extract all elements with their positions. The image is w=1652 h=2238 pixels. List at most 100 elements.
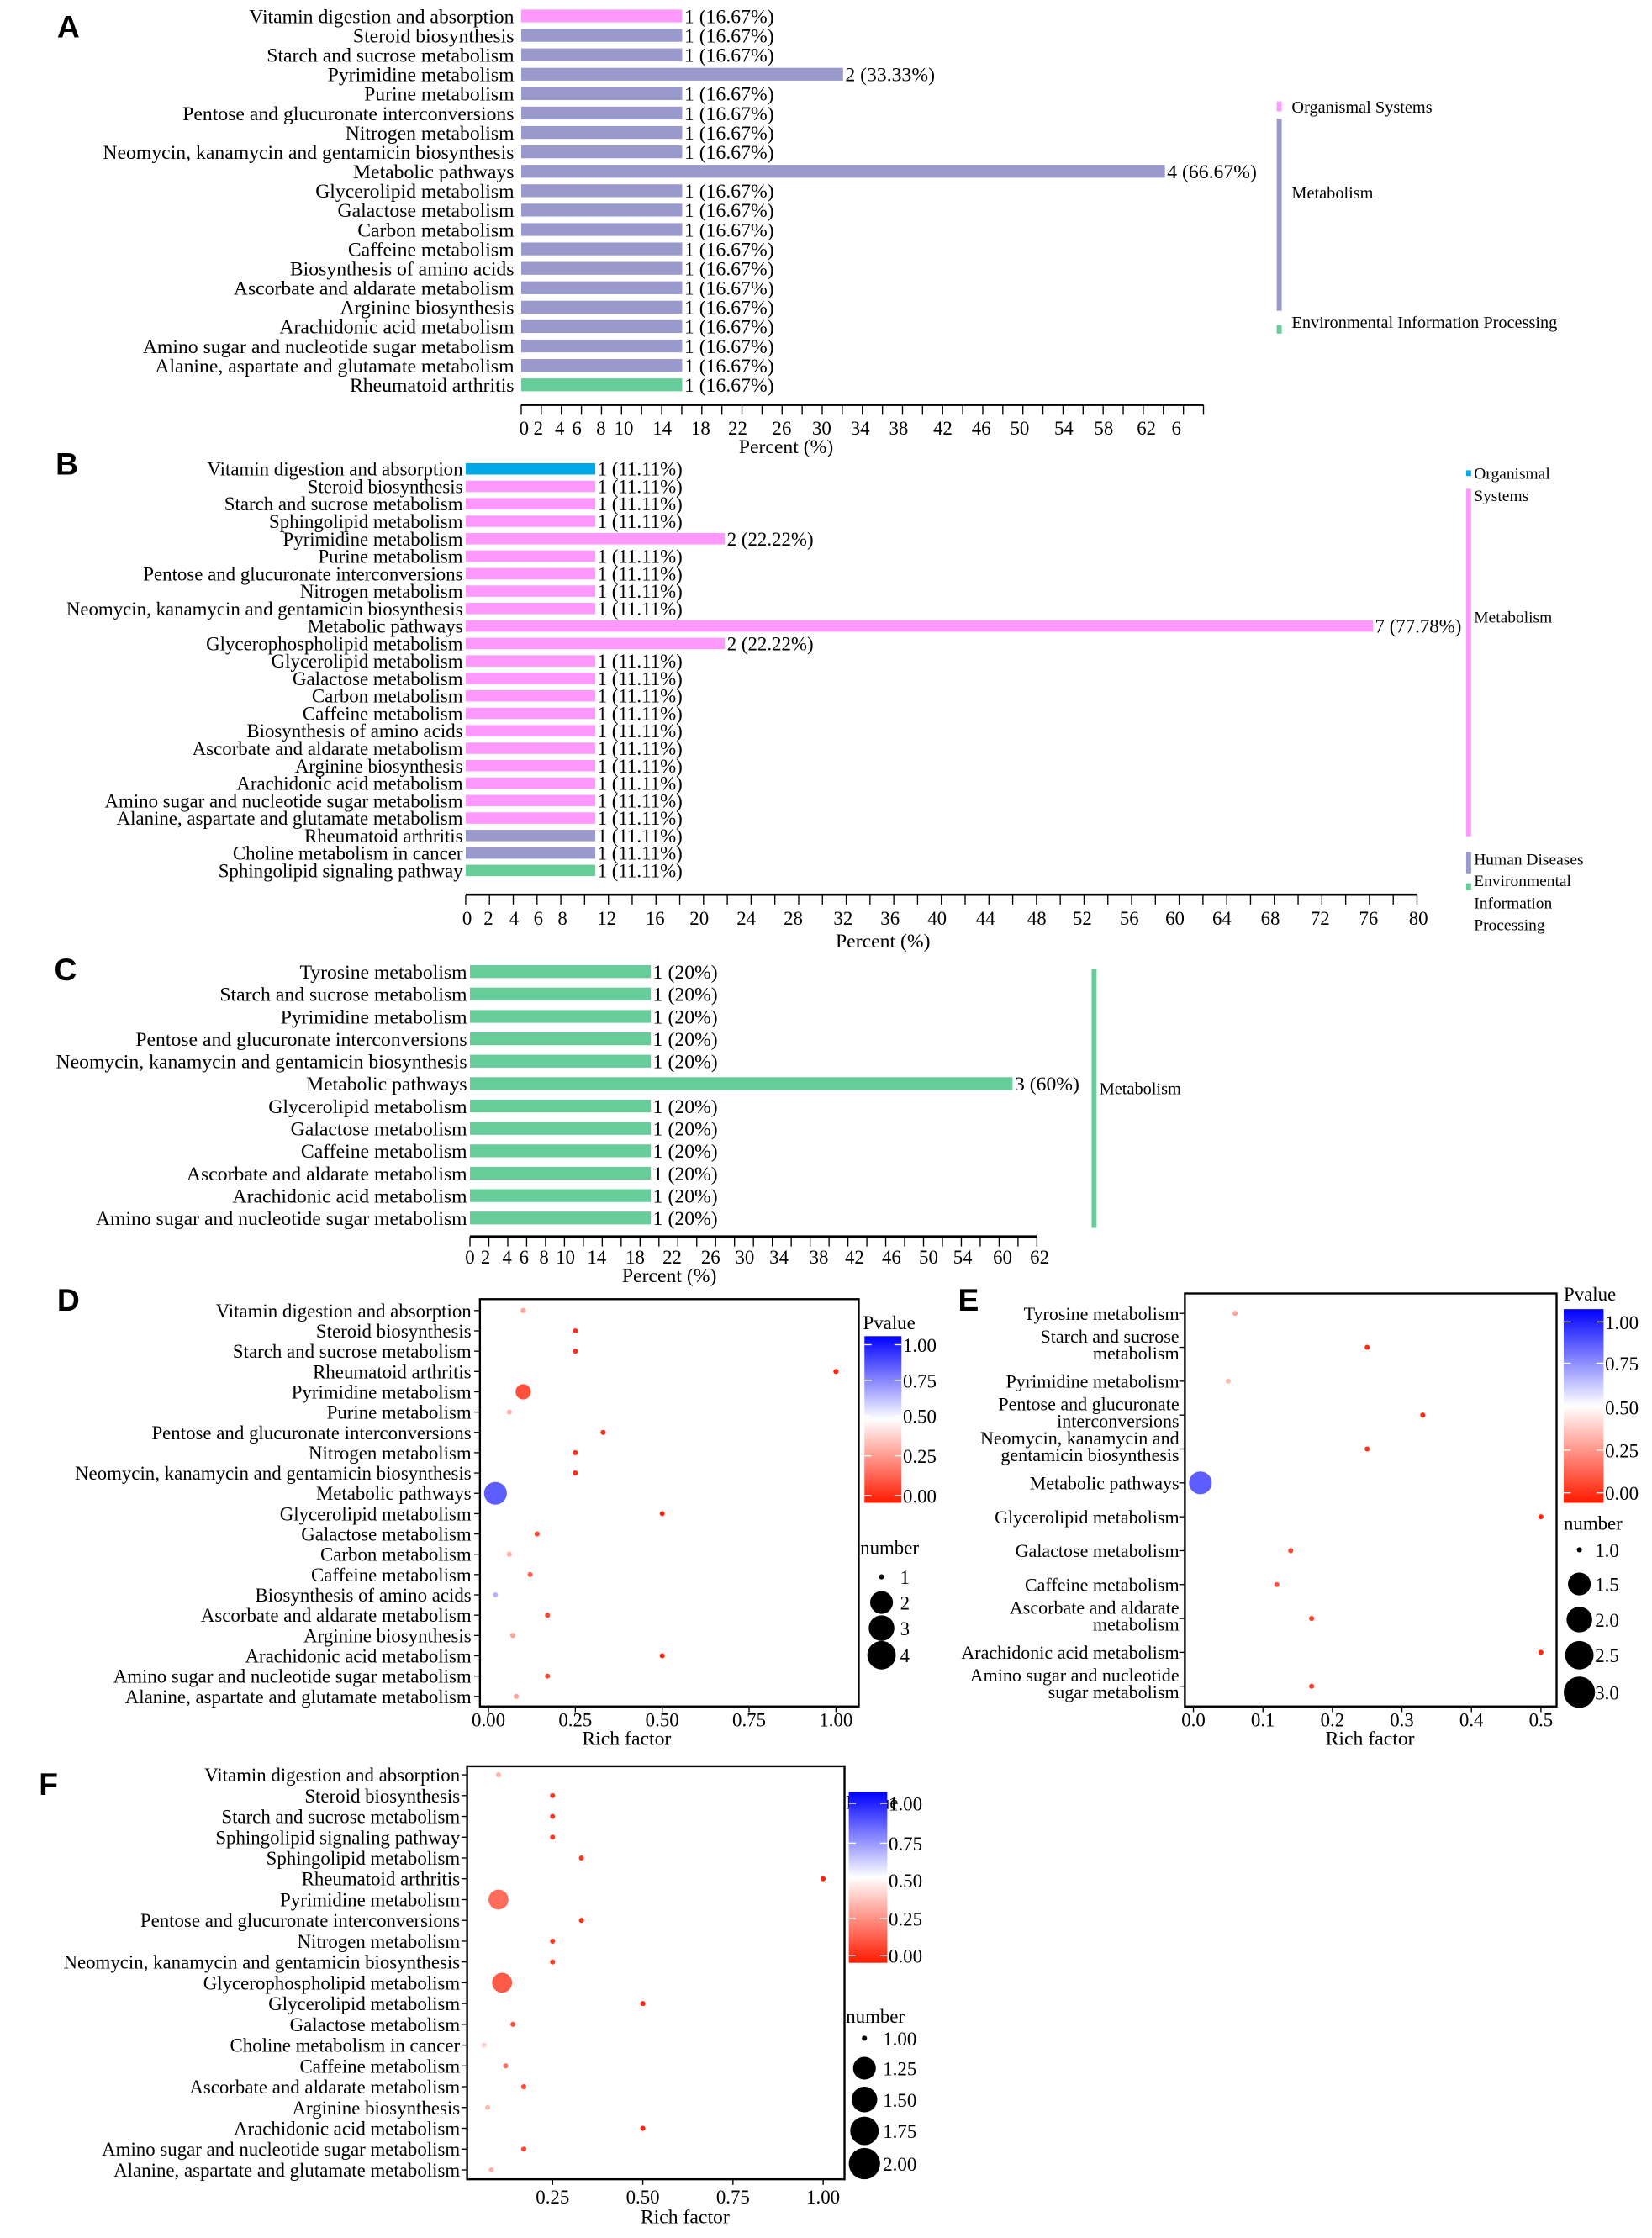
bar [465, 462, 596, 475]
bubble-point [821, 1876, 826, 1882]
pathway-label: Steroid biosynthesis [316, 1321, 472, 1342]
pathway-label: Pyrimidine metabolism [280, 1889, 460, 1910]
bar [520, 203, 683, 217]
x-tick-label: 0 [465, 1247, 474, 1268]
size-legend-label: 1.50 [883, 2090, 916, 2111]
category-label: Starch and sucrose metabolism [219, 984, 467, 1006]
bar-chart-b: Vitamin digestion and absorption 1 (11.11… [66, 459, 1584, 953]
bubble-point [640, 2125, 646, 2131]
category-label: Ascorbate and aldarate metabolism [187, 1164, 467, 1185]
x-tick-label: 60 [993, 1247, 1012, 1268]
size-legend-label: 3.0 [1595, 1682, 1619, 1703]
pathway-label: Nitrogen metabolism [298, 1931, 461, 1952]
category-label: Sphingolipid signaling pathway [219, 860, 463, 881]
bubble-point [520, 2146, 527, 2152]
bar [465, 620, 1374, 632]
x-tick-label: 0.25 [536, 2187, 569, 2208]
pvalue-colorbar [864, 1336, 902, 1503]
bar-value-label: 1 (11.11%) [598, 511, 683, 532]
x-tick-label: 6 [534, 908, 543, 929]
category-label: Amino sugar and nucleotide sugar metabol… [96, 1208, 467, 1230]
bar [470, 965, 652, 979]
category-group-label: Metabolism [1100, 1079, 1181, 1098]
category-label: Pentose and glucuronate interconversions [135, 1029, 467, 1051]
pathway-label: Galactose metabolism [301, 1524, 472, 1545]
category-group-label: Metabolism [1474, 610, 1552, 627]
pathway-label: Purine metabolism [327, 1402, 472, 1423]
category-bracket [1091, 969, 1097, 1228]
x-tick-label: 14 [587, 1247, 606, 1268]
size-legend-label: 1.00 [883, 2029, 916, 2050]
bubble-point [506, 1551, 512, 1557]
panel-label-e: E [958, 1282, 979, 1317]
pathway-label: Sphingolipid metabolism [267, 1848, 461, 1869]
category-label: Neomycin, kanamycin and gentamicin biosy… [56, 1052, 467, 1074]
pathway-label: Sphingolipid signaling pathway [215, 1827, 460, 1848]
bar [465, 777, 596, 789]
pathway-label: Rheumatoid arthritis [302, 1869, 461, 1890]
colorbar-tick-label: 1.00 [903, 1335, 937, 1356]
panel-label-d: D [57, 1282, 80, 1317]
size-legend-dot [1563, 1676, 1596, 1708]
x-tick-label: 0.1 [1251, 1709, 1275, 1730]
x-tick-label: 46 [882, 1247, 901, 1268]
bar [520, 145, 683, 159]
panel-label-b: B [55, 446, 78, 481]
bar-value-label: 1 (20%) [653, 1208, 718, 1230]
bar-value-label: 1 (16.67%) [684, 142, 774, 164]
x-axis-title: Rich factor [1326, 1728, 1415, 1750]
pathway-label: Glycerolipid metabolism [995, 1507, 1180, 1528]
pathway-label: Neomycin, kanamycin and gentamicin biosy… [63, 1952, 460, 1973]
figure: ABCD EFVitamin digestion and absorption 1 … [39, 6, 1639, 2229]
pathway-label: Metabolic pathways [1030, 1473, 1180, 1494]
x-tick-label: 12 [597, 908, 616, 929]
x-tick-label: 36 [880, 908, 900, 929]
category-label: Tyrosine metabolism [299, 962, 467, 984]
bar [520, 48, 683, 61]
pathway-label: Arachidonic acid metabolism [245, 1645, 472, 1666]
x-tick-label: 30 [736, 1247, 755, 1268]
bar [520, 378, 683, 392]
bar [470, 1010, 652, 1023]
bar [465, 533, 726, 545]
x-tick-label: 0.0 [1181, 1709, 1206, 1730]
x-tick-label: 40 [927, 908, 947, 929]
size-legend-label: 1.25 [883, 2058, 916, 2079]
pathway-label: Amino sugar and nucleotide sugar metabol… [102, 2139, 460, 2160]
size-legend-label: 2.00 [883, 2154, 916, 2175]
x-tick-label: 4 [509, 908, 520, 929]
x-tick-label: 38 [889, 418, 908, 439]
x-tick-label: 76 [1359, 908, 1378, 929]
x-tick-label: 2 [481, 1247, 490, 1268]
x-tick-label: 10 [556, 1247, 575, 1268]
bubble-point [493, 1591, 499, 1598]
category-bracket [1465, 883, 1471, 891]
colorbar-tick-label: 0.50 [1605, 1397, 1639, 1418]
bar [465, 603, 596, 615]
bar [520, 319, 683, 334]
pathway-label: Ascorbate and aldarate metabolism [201, 1605, 472, 1626]
bubble-point [485, 2104, 491, 2110]
bubble-point [527, 1571, 533, 1577]
size-legend-dot [870, 1591, 894, 1614]
bubble-point [503, 2063, 509, 2069]
size-legend-dot [868, 1615, 895, 1641]
bar [520, 339, 683, 353]
bar-value-label: 2 (33.33%) [845, 65, 935, 87]
x-tick-label: 0.00 [472, 1709, 505, 1730]
x-tick-label: 50 [919, 1247, 938, 1268]
bar [470, 1077, 1013, 1090]
bar [465, 585, 596, 597]
size-legend-dot [867, 1640, 896, 1670]
bubble-point [1538, 1514, 1544, 1520]
bubble-point [510, 2021, 516, 2027]
pathway-label: Vitamin digestion and absorption [204, 1765, 461, 1786]
pathway-label: Neomycin, kanamycin and gentamicin biosyn… [980, 1428, 1180, 1465]
colorbar-tick-label: 0.00 [889, 1946, 922, 1967]
pathway-label: Biosynthesis of amino acids [256, 1585, 472, 1606]
bubble-point [573, 1449, 578, 1455]
bar [470, 1032, 652, 1046]
pathway-label: Arginine biosynthesis [293, 2098, 461, 2119]
bubble-chart-f: Vitamin digestion and absorptionSteroid … [63, 1765, 922, 2229]
x-tick-label: 0.75 [732, 1709, 766, 1730]
